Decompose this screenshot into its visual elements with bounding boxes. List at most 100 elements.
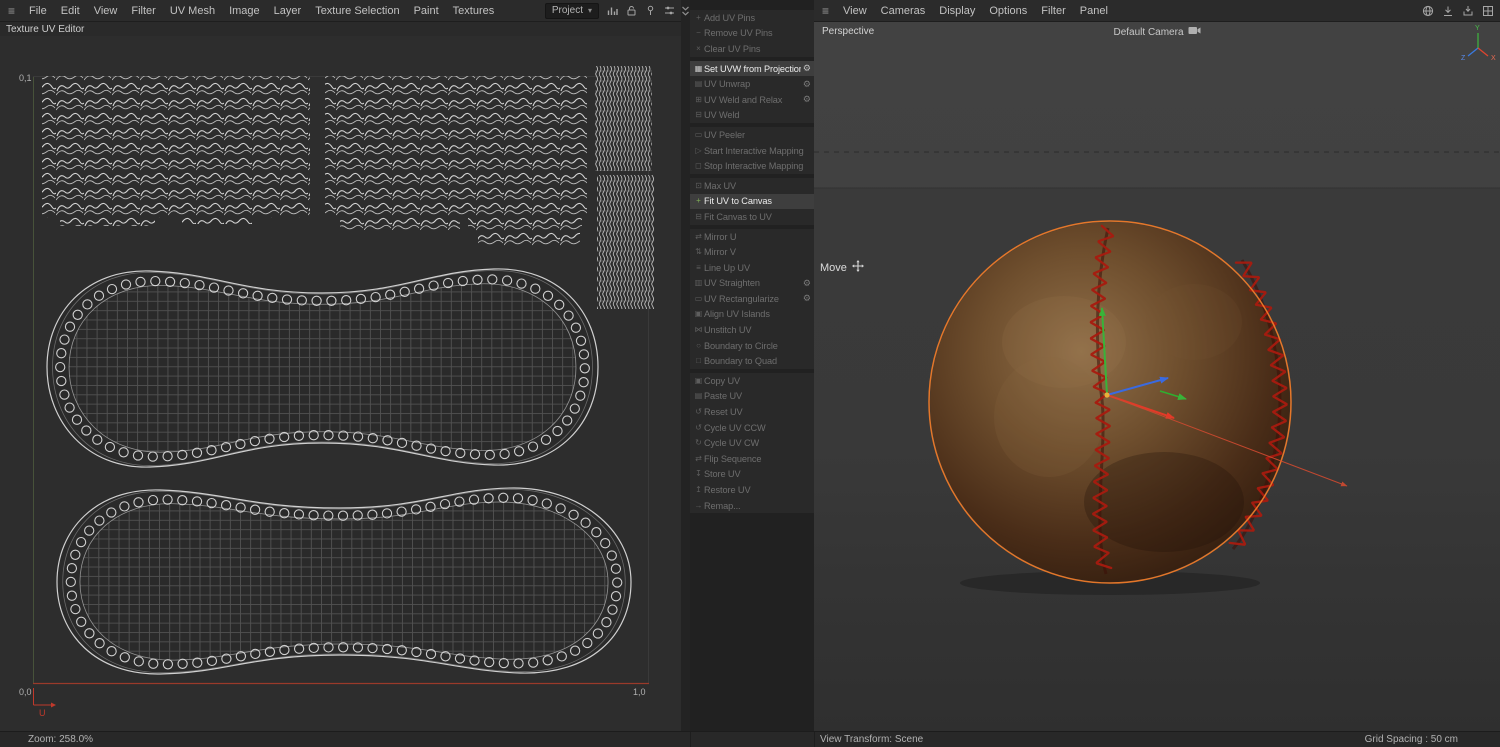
menu-item-layer[interactable]: Layer	[267, 5, 309, 17]
cmd-unstitch-uv[interactable]: ⋈Unstitch UV	[690, 322, 814, 338]
vp-menu-item-cameras[interactable]: Cameras	[874, 5, 933, 17]
chart-icon[interactable]	[607, 5, 618, 16]
lock-icon[interactable]	[626, 5, 637, 16]
gear-icon[interactable]: ⚙	[803, 63, 811, 74]
cmd-paste-uv[interactable]: ▤Paste UV	[690, 389, 814, 405]
gear-icon[interactable]: ⚙	[803, 79, 811, 90]
uv-peeler-icon: ▭	[693, 131, 704, 139]
cmd-mirror-v[interactable]: ⇅Mirror V	[690, 244, 814, 260]
cmd-flip-sequence[interactable]: ⇄Flip Sequence	[690, 451, 814, 467]
cmd-label: UV Weld and Relax	[704, 95, 801, 105]
vp-menu-item-panel[interactable]: Panel	[1073, 5, 1115, 17]
align-uv-islands-icon: ▣	[693, 310, 704, 318]
cmd-add-uv-pins[interactable]: +Add UV Pins	[690, 10, 814, 26]
hamburger-icon[interactable]: ≡	[820, 4, 835, 18]
viewport-menubar: ≡ ViewCamerasDisplayOptionsFilterPanel	[814, 0, 1500, 22]
cmd-remove-uv-pins[interactable]: −Remove UV Pins	[690, 26, 814, 42]
gear-icon[interactable]: ⚙	[803, 293, 811, 304]
menu-item-file[interactable]: File	[22, 5, 54, 17]
cmd-uv-weld-and-relax[interactable]: ⊞UV Weld and Relax⚙	[690, 92, 814, 108]
fit-canvas-to-uv-icon: ⊟	[693, 213, 704, 221]
project-dropdown[interactable]: Project ▾	[545, 3, 599, 19]
cmd-set-uvw-from-projection[interactable]: ▦Set UVW from Projection⚙	[690, 61, 814, 77]
uv-wireframe-graphic: 0,1 0,0 1,0 U	[0, 36, 681, 731]
vp-menu-item-display[interactable]: Display	[932, 5, 982, 17]
menu-item-view[interactable]: View	[87, 5, 125, 17]
cmd-stop-interactive-mapping[interactable]: ◻Stop Interactive Mapping	[690, 158, 814, 174]
cmd-label: UV Straighten	[704, 278, 801, 288]
cmd-align-uv-islands[interactable]: ▣Align UV Islands	[690, 307, 814, 323]
cmd-label: Remap...	[704, 501, 811, 511]
gear-icon[interactable]: ⚙	[803, 94, 811, 105]
cmd-restore-uv[interactable]: ↥Restore UV	[690, 482, 814, 498]
cmd-remap[interactable]: →Remap...	[690, 498, 814, 514]
status-bar: Zoom: 258.0% View Transform: Scene Grid …	[0, 731, 1500, 747]
cmd-boundary-to-circle[interactable]: ○Boundary to Circle	[690, 338, 814, 354]
cmd-max-uv[interactable]: ⊡Max UV	[690, 178, 814, 194]
cmd-cycle-uv-ccw[interactable]: ↺Cycle UV CCW	[690, 420, 814, 436]
quad-view-icon[interactable]	[1482, 5, 1494, 17]
download-icon[interactable]	[1442, 5, 1454, 17]
menu-item-textures[interactable]: Textures	[446, 5, 502, 17]
gear-icon[interactable]: ⚙	[803, 278, 811, 289]
menu-item-edit[interactable]: Edit	[54, 5, 87, 17]
cmd-label: UV Peeler	[704, 130, 811, 140]
globe-icon[interactable]	[1422, 5, 1434, 17]
vp-menu-item-view[interactable]: View	[836, 5, 874, 17]
import-icon[interactable]	[1462, 5, 1474, 17]
cmd-uv-rectangularize[interactable]: ▭UV Rectangularize⚙	[690, 291, 814, 307]
cmd-label: Unstitch UV	[704, 325, 811, 335]
cmd-label: Boundary to Quad	[704, 356, 811, 366]
cmd-start-interactive-mapping[interactable]: ▷Start Interactive Mapping	[690, 143, 814, 159]
cmd-boundary-to-quad[interactable]: □Boundary to Quad	[690, 353, 814, 369]
cmd-label: Mirror V	[704, 247, 811, 257]
cmd-store-uv[interactable]: ↧Store UV	[690, 467, 814, 483]
menu-item-paint[interactable]: Paint	[407, 5, 446, 17]
panel-title: Texture UV Editor	[6, 24, 84, 35]
cmd-label: Cycle UV CCW	[704, 423, 811, 433]
uv-unwrap-icon: ▤	[693, 80, 704, 88]
sliders-icon[interactable]	[664, 5, 675, 16]
cmd-label: Store UV	[704, 469, 811, 479]
uv-island-cover-bottom[interactable]	[57, 488, 631, 674]
cmd-fit-uv-to-canvas[interactable]: +Fit UV to Canvas	[690, 194, 814, 210]
move-tool-label: Move	[820, 262, 847, 274]
cmd-line-up-uv[interactable]: ≡Line Up UV	[690, 260, 814, 276]
uv-island-cover-top[interactable]	[47, 269, 598, 467]
cmd-uv-peeler[interactable]: ▭UV Peeler	[690, 127, 814, 143]
cmd-cycle-uv-cw[interactable]: ↻Cycle UV CW	[690, 435, 814, 451]
cmd-uv-unwrap[interactable]: ▤UV Unwrap⚙	[690, 76, 814, 92]
viewport-canvas[interactable]: Perspective Default Camera Move	[814, 22, 1500, 731]
cmd-fit-canvas-to-uv[interactable]: ⊟Fit Canvas to UV	[690, 209, 814, 225]
mirror-u-icon: ⇄	[693, 233, 704, 241]
menu-item-filter[interactable]: Filter	[124, 5, 162, 17]
pin-icon[interactable]	[645, 5, 656, 16]
cmd-label: Flip Sequence	[704, 454, 811, 464]
zoom-level: Zoom: 258.0%	[28, 734, 93, 745]
vp-menu-item-filter[interactable]: Filter	[1034, 5, 1072, 17]
command-group: ⊡Max UV+Fit UV to Canvas⊟Fit Canvas to U…	[690, 178, 814, 225]
cmd-copy-uv[interactable]: ▣Copy UV	[690, 373, 814, 389]
menu-item-image[interactable]: Image	[222, 5, 267, 17]
cmd-clear-uv-pins[interactable]: ×Clear UV Pins	[690, 41, 814, 57]
camera-selector[interactable]: Default Camera	[814, 26, 1500, 38]
cmd-label: Fit UV to Canvas	[704, 196, 811, 206]
command-group: ▭UV Peeler▷Start Interactive Mapping◻Sto…	[690, 127, 814, 174]
cmd-uv-straighten[interactable]: ▥UV Straighten⚙	[690, 276, 814, 292]
menu-item-texture-selection[interactable]: Texture Selection	[308, 5, 406, 17]
menu-item-uv-mesh[interactable]: UV Mesh	[163, 5, 222, 17]
unstitch-uv-icon: ⋈	[693, 326, 704, 334]
hamburger-icon[interactable]: ≡	[6, 4, 21, 18]
cmd-reset-uv[interactable]: ↺Reset UV	[690, 404, 814, 420]
cmd-uv-weld[interactable]: ⊟UV Weld	[690, 108, 814, 124]
uv-canvas[interactable]: 0,1 0,0 1,0 U	[0, 36, 681, 731]
cmd-label: Reset UV	[704, 407, 811, 417]
store-uv-icon: ↧	[693, 470, 704, 478]
u-axis-indicator: U	[34, 688, 57, 718]
cmd-mirror-u[interactable]: ⇄Mirror U	[690, 229, 814, 245]
uv-editor-toolbar: Project ▾	[545, 3, 675, 19]
cmd-label: Clear UV Pins	[704, 44, 811, 54]
collapse-icon[interactable]	[681, 5, 690, 731]
grid-spacing-status: Grid Spacing : 50 cm	[1365, 734, 1458, 745]
vp-menu-item-options[interactable]: Options	[982, 5, 1034, 17]
